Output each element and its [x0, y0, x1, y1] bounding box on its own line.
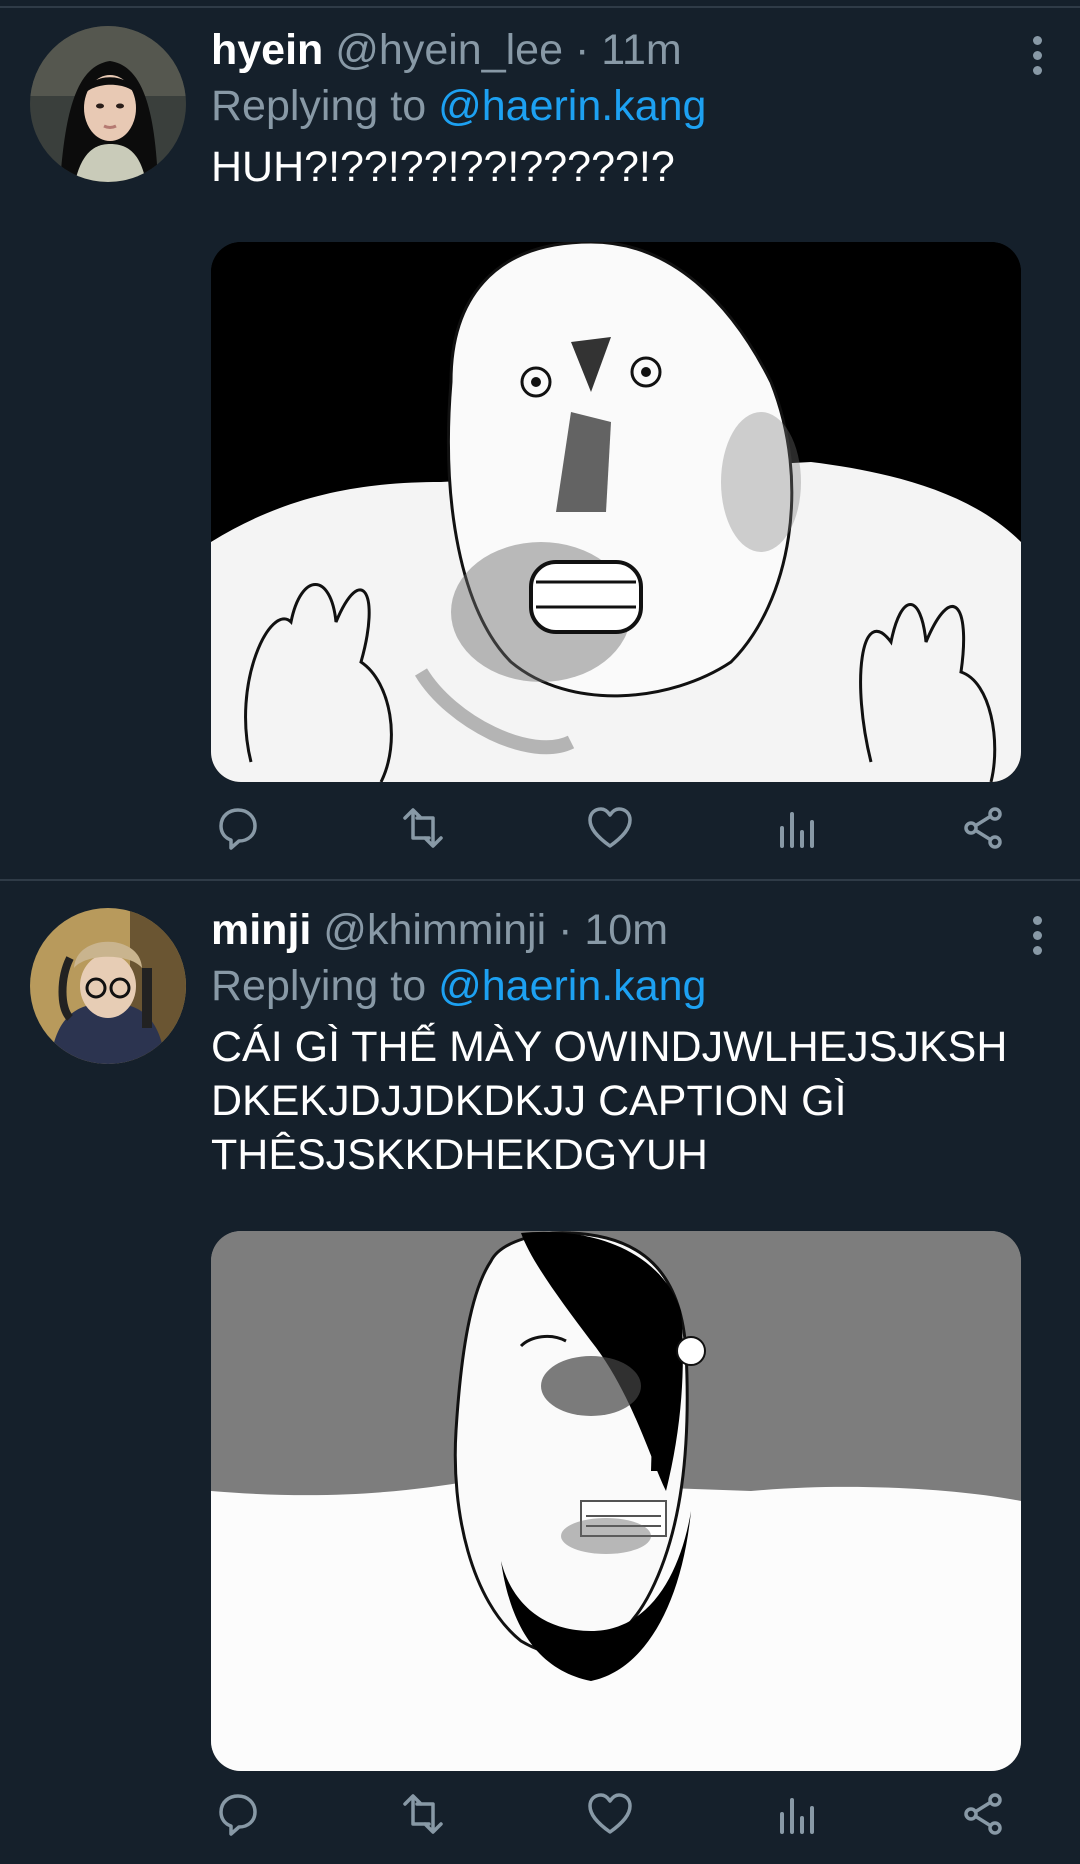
separator-dot: · — [574, 26, 590, 74]
tweet[interactable]: minji @khimminji · 10m Replying to @haer… — [0, 880, 1080, 1864]
analytics-icon[interactable] — [772, 804, 820, 852]
tweet-header: hyein @hyein_lee · 11m — [211, 22, 1031, 78]
meme-drawing — [211, 1231, 1021, 1771]
replying-label: Replying to — [211, 962, 427, 1010]
replying-label: Replying to — [211, 82, 427, 130]
like-icon[interactable] — [586, 804, 634, 852]
retweet-icon[interactable] — [399, 1790, 447, 1838]
tweet[interactable]: hyein @hyein_lee · 11m Replying to @haer… — [0, 0, 1080, 880]
timestamp[interactable]: 10m — [584, 906, 668, 954]
replying-to: Replying to @haerin.kang — [211, 78, 1031, 134]
display-name[interactable]: hyein — [211, 26, 323, 74]
mention-link[interactable]: @haerin.kang — [438, 82, 706, 130]
avatar[interactable] — [30, 908, 186, 1064]
more-icon[interactable] — [1030, 36, 1044, 76]
share-icon[interactable] — [959, 804, 1007, 852]
share-icon[interactable] — [959, 1790, 1007, 1838]
more-icon[interactable] — [1030, 916, 1044, 956]
tweet-image[interactable] — [211, 1231, 1021, 1771]
tweet-text: CÁI GÌ THẾ MÀY OWINDJWLHEJSJKSH DKEKJDJJ… — [211, 1023, 1008, 1179]
separator-dot: · — [558, 906, 573, 954]
replying-to: Replying to @haerin.kang — [211, 958, 1031, 1014]
tweet-actions — [211, 804, 1011, 856]
tweet-actions — [211, 1790, 1011, 1842]
like-icon[interactable] — [586, 1790, 634, 1838]
display-name[interactable]: minji — [211, 906, 311, 954]
user-handle[interactable]: @hyein_lee — [335, 26, 563, 74]
analytics-icon[interactable] — [772, 1790, 820, 1838]
mention-link[interactable]: @haerin.kang — [438, 962, 706, 1010]
timestamp[interactable]: 11m — [601, 26, 681, 74]
reply-icon[interactable] — [213, 804, 261, 852]
tweet-text: HUH?!??!??!??!?????!? — [211, 143, 675, 191]
meme-drawing — [211, 242, 1021, 782]
retweet-icon[interactable] — [399, 804, 447, 852]
tweet-header: minji @khimminji · 10m — [211, 902, 1031, 958]
tweet-image[interactable] — [211, 242, 1021, 782]
user-handle[interactable]: @khimminji — [323, 906, 546, 954]
reply-icon[interactable] — [213, 1790, 261, 1838]
avatar[interactable] — [30, 26, 186, 182]
